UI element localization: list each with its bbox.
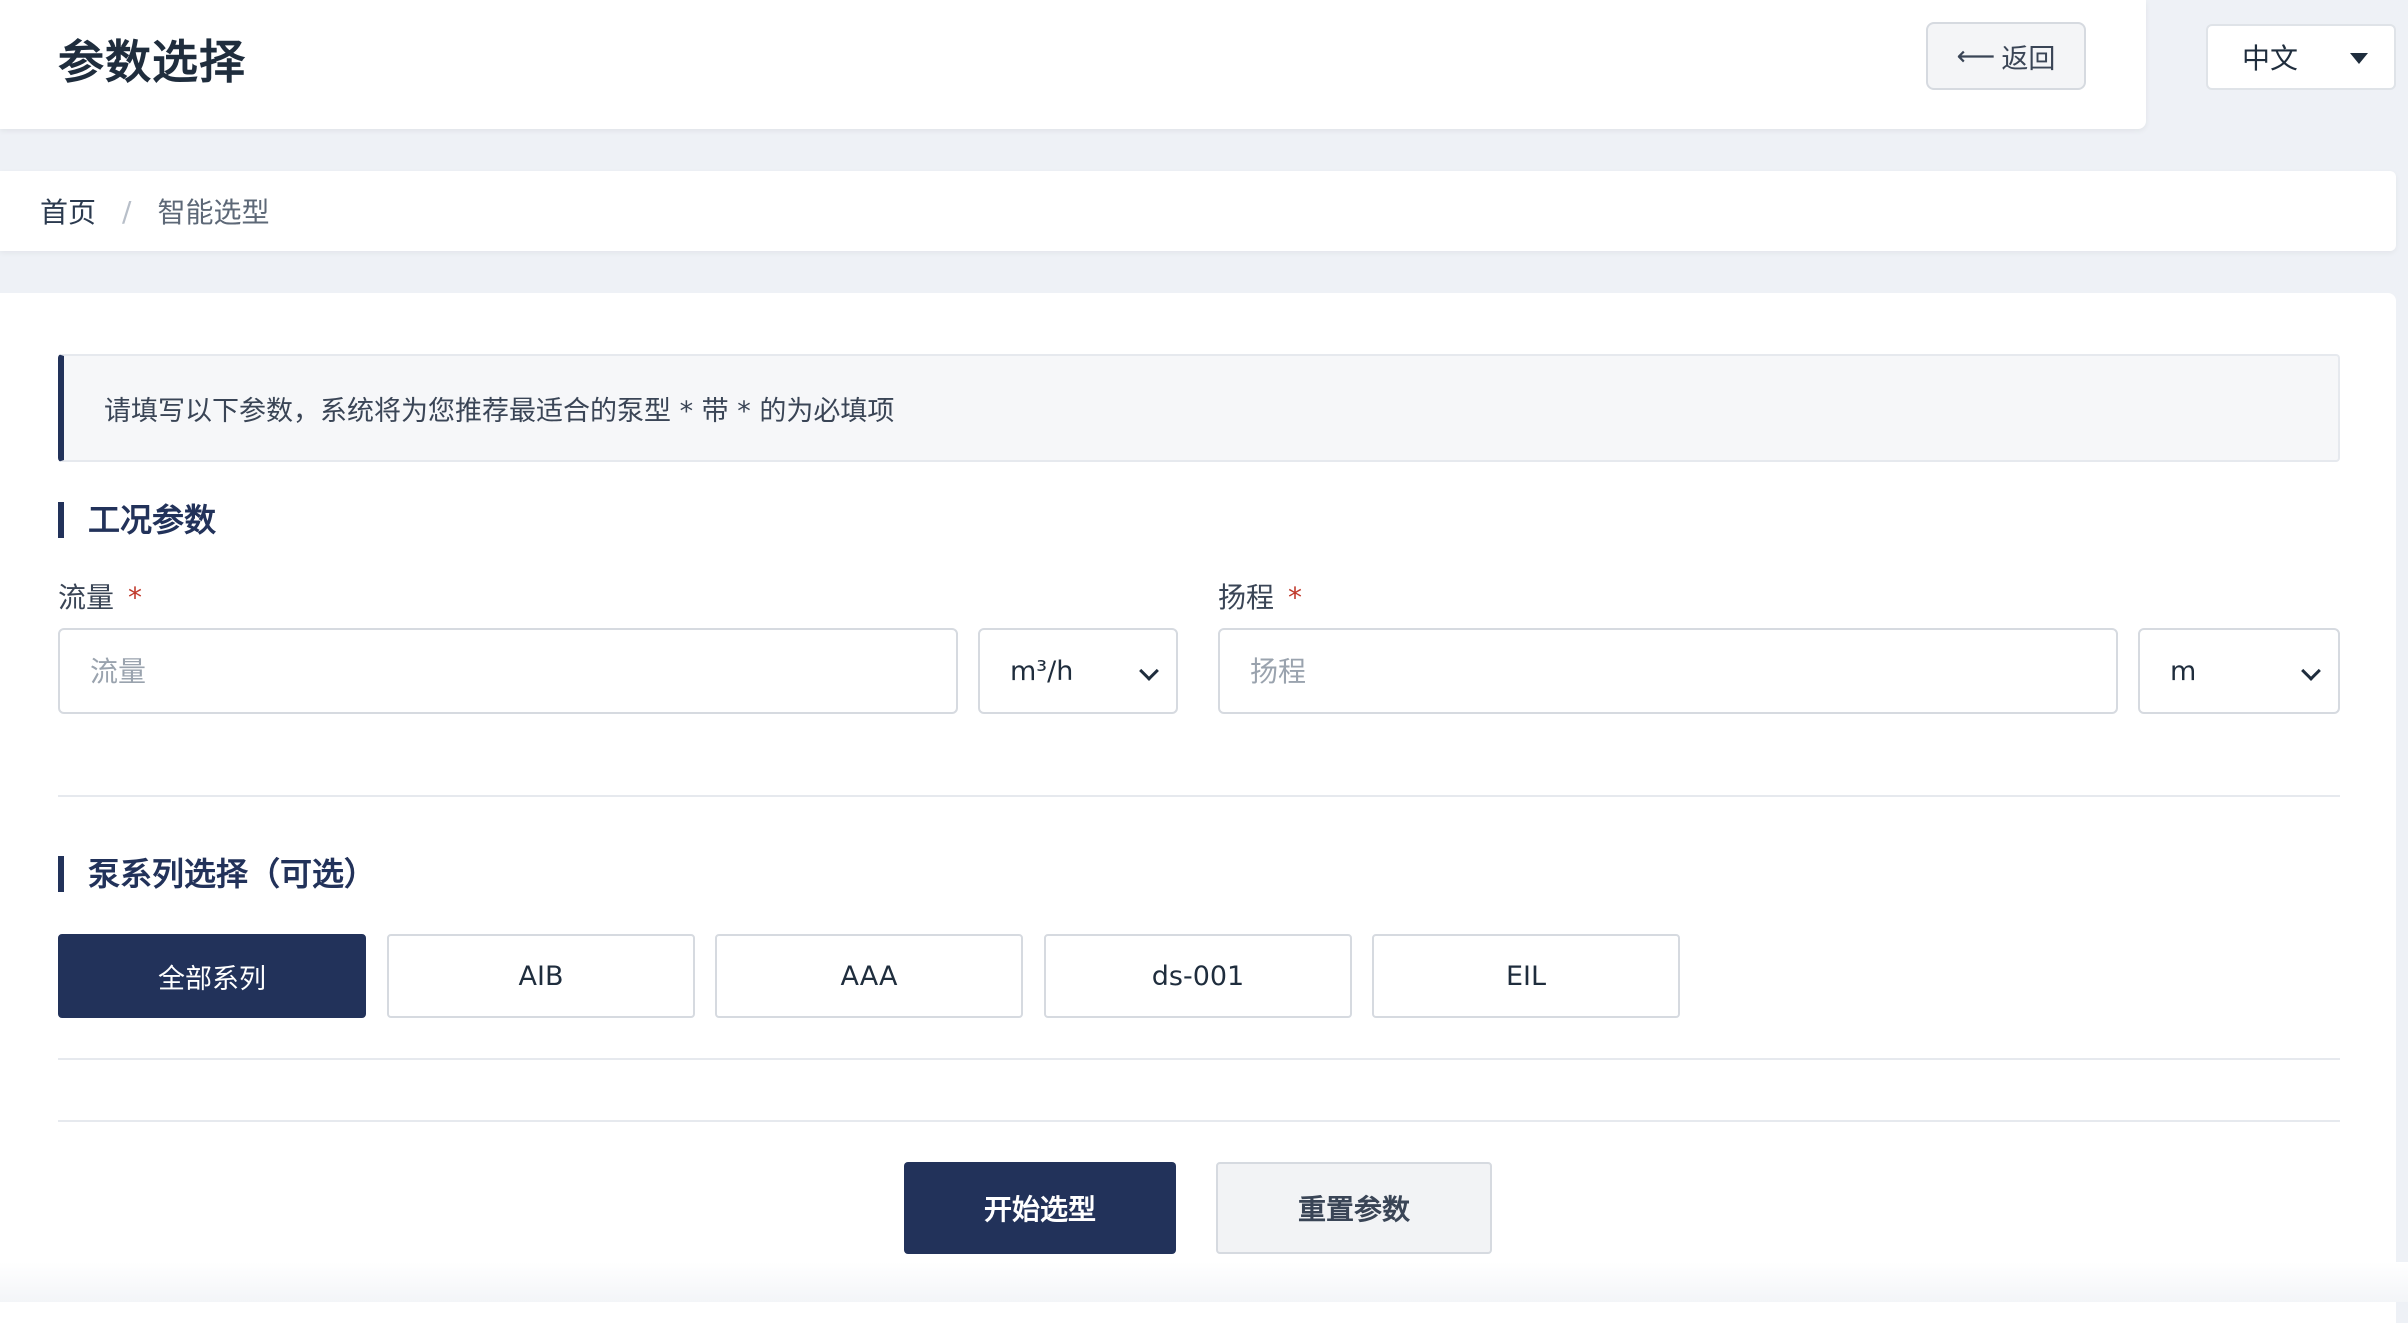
series-option-aaa[interactable]: AAA bbox=[715, 934, 1023, 1018]
flow-unit-select[interactable]: m³/h bbox=[978, 628, 1178, 714]
chevron-down-icon bbox=[2301, 661, 2321, 681]
breadcrumb-current: 智能选型 bbox=[157, 196, 270, 229]
section-title-conditions: 工况参数 bbox=[58, 500, 216, 540]
header-bar: 参数选择 ⟵ 返回 bbox=[0, 0, 2146, 129]
notice-text: 请填写以下参数，系统将为您推荐最适合的泵型 * 带 * 的为必填项 bbox=[104, 395, 895, 427]
flow-unit-value: m³/h bbox=[1010, 655, 1074, 687]
language-select-value: 中文 bbox=[2242, 42, 2299, 75]
caret-down-icon bbox=[2350, 53, 2368, 64]
back-button-label: 返回 bbox=[2001, 43, 2056, 75]
back-arrow-icon: ⟵ bbox=[1956, 40, 1996, 72]
head-label-text: 扬程 bbox=[1218, 581, 1275, 614]
flow-input[interactable] bbox=[58, 628, 958, 714]
start-selection-button[interactable]: 开始选型 bbox=[904, 1162, 1176, 1254]
head-unit-value: m bbox=[2170, 655, 2197, 687]
required-mark: * bbox=[1288, 581, 1303, 614]
series-option-all[interactable]: 全部系列 bbox=[58, 934, 366, 1018]
head-input[interactable] bbox=[1218, 628, 2118, 714]
breadcrumb-home-link[interactable]: 首页 bbox=[40, 191, 96, 231]
divider bbox=[58, 1120, 2340, 1122]
reset-parameters-button[interactable]: 重置参数 bbox=[1216, 1162, 1492, 1254]
required-mark: * bbox=[128, 581, 143, 614]
breadcrumb-separator: / bbox=[122, 194, 132, 228]
language-select[interactable]: 中文 bbox=[2206, 24, 2396, 90]
breadcrumb: 首页 / 智能选型 bbox=[0, 171, 2396, 251]
bottom-fade bbox=[0, 1262, 2408, 1302]
page-title: 参数选择 bbox=[58, 35, 246, 89]
series-option-aib[interactable]: AIB bbox=[387, 934, 695, 1018]
back-button[interactable]: ⟵ 返回 bbox=[1926, 22, 2086, 90]
section-title-series: 泵系列选择（可选） bbox=[58, 854, 376, 894]
flow-label-text: 流量 bbox=[58, 581, 115, 614]
head-unit-select[interactable]: m bbox=[2138, 628, 2340, 714]
head-label: 扬程 * bbox=[1218, 576, 1302, 616]
flow-label: 流量 * bbox=[58, 576, 142, 616]
divider bbox=[58, 1058, 2340, 1060]
info-notice: 请填写以下参数，系统将为您推荐最适合的泵型 * 带 * 的为必填项 bbox=[58, 354, 2340, 462]
series-option-ds-001[interactable]: ds-001 bbox=[1044, 934, 1352, 1018]
divider bbox=[58, 795, 2340, 797]
chevron-down-icon bbox=[1139, 661, 1159, 681]
series-option-eil[interactable]: EIL bbox=[1372, 934, 1680, 1018]
